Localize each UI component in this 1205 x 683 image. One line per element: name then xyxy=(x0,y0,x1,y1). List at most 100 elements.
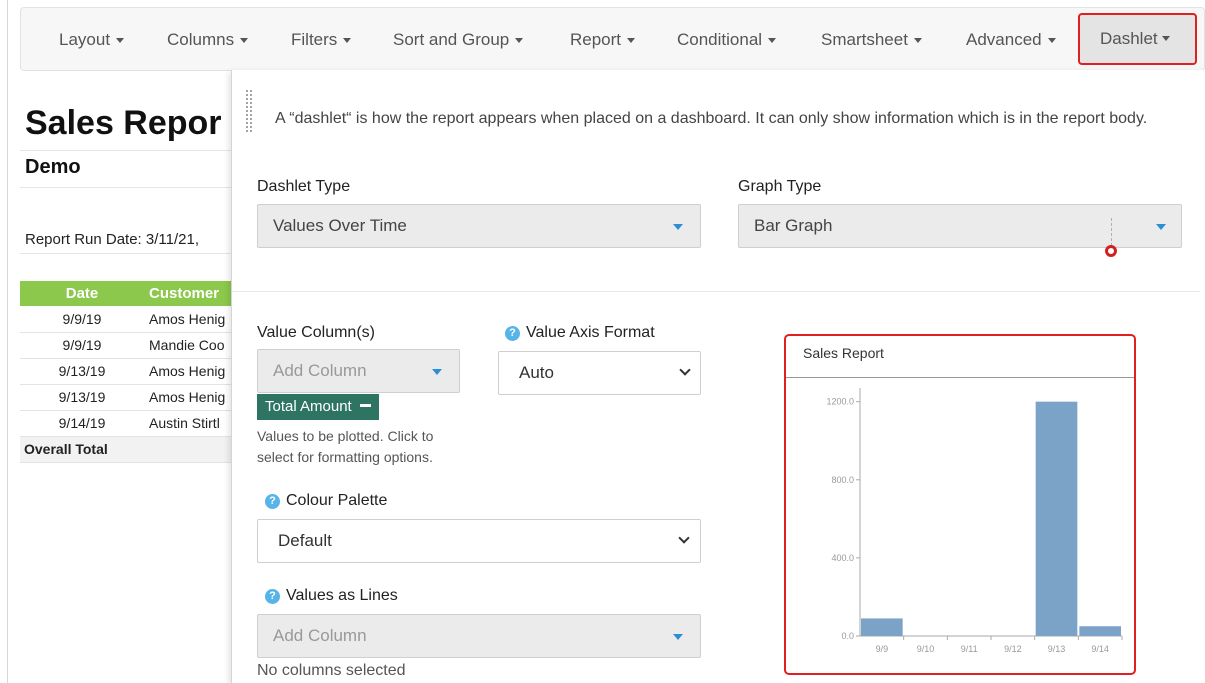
y-tick-label: 800.0 xyxy=(831,475,854,485)
table-row: 9/13/19 Amos Henig xyxy=(20,358,235,385)
chevron-down-icon xyxy=(679,364,691,376)
report-title: Sales Repor xyxy=(25,104,222,142)
cell-date: 9/13/19 xyxy=(20,384,144,411)
dashlet-panel: A “dashlet“ is how the report appears wh… xyxy=(231,70,1205,683)
remove-icon[interactable] xyxy=(359,404,371,407)
menu-columns[interactable]: Columns xyxy=(167,8,249,72)
caret-down-icon xyxy=(913,38,922,44)
value-axis-format-label-text: Value Axis Format xyxy=(526,324,655,341)
table-header-row: Date Customer xyxy=(20,281,235,306)
cell-date: 9/9/19 xyxy=(20,332,144,359)
menu-conditional[interactable]: Conditional xyxy=(677,8,777,72)
dropdown-arrow-icon xyxy=(1156,224,1166,230)
bar xyxy=(861,618,903,636)
report-subtitle: Demo xyxy=(25,156,81,178)
colour-palette-label: ? Colour Palette xyxy=(265,492,387,510)
divider xyxy=(20,150,235,151)
y-tick-label: 1200.0 xyxy=(826,397,854,407)
help-icon[interactable]: ? xyxy=(265,589,280,604)
caret-down-icon xyxy=(116,38,125,44)
value-columns-select[interactable]: Add Column xyxy=(257,349,460,393)
y-tick-label: 0.0 xyxy=(841,631,854,641)
tag-label: Total Amount xyxy=(265,398,352,415)
cell-date: 9/13/19 xyxy=(20,358,144,385)
menu-label: Advanced xyxy=(966,30,1042,49)
values-as-lines-label-text: Values as Lines xyxy=(286,587,398,604)
total-label: Overall Total xyxy=(20,436,144,463)
page-edge xyxy=(7,0,8,683)
section-divider xyxy=(232,291,1200,292)
report-table: Date Customer 9/9/19 Amos Henig 9/9/19 Man… xyxy=(20,281,235,463)
menu-layout[interactable]: Layout xyxy=(59,8,125,72)
menu-label: Columns xyxy=(167,30,235,49)
chevron-down-icon xyxy=(678,532,690,544)
menu-label: Filters xyxy=(291,30,338,49)
help-icon[interactable]: ? xyxy=(505,326,520,341)
cell-customer: Mandie Coo xyxy=(144,332,235,359)
dashlet-type-select[interactable]: Values Over Time xyxy=(257,204,701,248)
chart-preview: Sales Report 0.0 400.0 800.0 1200.0 9/9 9/10 9… xyxy=(784,334,1136,675)
caret-down-icon xyxy=(1162,36,1170,41)
colour-palette-select[interactable]: Default xyxy=(257,519,701,563)
menu-label: Smartsheet xyxy=(821,30,908,49)
drag-handle-icon[interactable] xyxy=(245,89,253,133)
table-row: 9/9/19 Mandie Coo xyxy=(20,332,235,359)
values-as-lines-select[interactable]: Add Column xyxy=(257,614,701,658)
menu-label: Layout xyxy=(59,30,111,49)
bar xyxy=(1035,401,1078,636)
x-tick-label: 9/11 xyxy=(961,644,978,654)
menu-advanced[interactable]: Advanced xyxy=(966,8,1056,72)
menu-label: Dashlet xyxy=(1100,29,1158,48)
values-as-lines-hint: No columns selected xyxy=(257,662,406,679)
dashlet-type-value: Values Over Time xyxy=(273,216,407,235)
divider xyxy=(20,253,235,254)
colour-palette-label-text: Colour Palette xyxy=(286,492,388,509)
caret-down-icon xyxy=(1047,38,1056,44)
cell-customer: Austin Stirtl xyxy=(144,410,235,437)
cell-customer: Amos Henig xyxy=(144,384,235,411)
menu-smartsheet[interactable]: Smartsheet xyxy=(821,8,922,72)
caret-down-icon xyxy=(627,38,636,44)
graph-type-select[interactable]: Bar Graph xyxy=(738,204,1182,248)
menu-dashlet[interactable]: Dashlet xyxy=(1078,13,1197,65)
bar xyxy=(1079,626,1121,636)
report-run-date: Report Run Date: 3/11/21, xyxy=(25,231,199,248)
table-row: 9/9/19 Amos Henig xyxy=(20,306,235,333)
value-axis-format-select[interactable]: Auto xyxy=(498,351,701,395)
x-tick-label: 9/12 xyxy=(1004,644,1022,654)
total-amount-tag[interactable]: Total Amount xyxy=(257,394,379,420)
table-row: 9/13/19 Amos Henig xyxy=(20,384,235,411)
x-tick-label: 9/9 xyxy=(876,644,889,654)
y-tick-label: 400.0 xyxy=(831,553,854,563)
caret-down-icon xyxy=(343,38,352,44)
caret-down-icon xyxy=(515,38,524,44)
menu-label: Sort and Group xyxy=(393,30,510,49)
value-axis-format-value: Auto xyxy=(519,363,554,382)
value-columns-label: Value Column(s) xyxy=(257,324,375,341)
report-toolbar: Layout Columns Filters Sort and Group Re… xyxy=(20,7,1205,71)
caret-down-icon xyxy=(240,38,249,44)
dropdown-arrow-icon xyxy=(432,369,442,375)
dashlet-description: A “dashlet“ is how the report appears wh… xyxy=(275,110,1148,127)
chart-title: Sales Report xyxy=(803,345,884,361)
help-icon[interactable]: ? xyxy=(265,494,280,509)
values-as-lines-placeholder: Add Column xyxy=(273,626,367,645)
cursor-guide xyxy=(1111,218,1112,246)
cell-date: 9/14/19 xyxy=(20,410,144,437)
menu-report[interactable]: Report xyxy=(570,8,636,72)
divider xyxy=(20,187,235,188)
value-axis-format-label: ? Value Axis Format xyxy=(505,324,655,342)
menu-label: Conditional xyxy=(677,30,763,49)
x-tick-label: 9/10 xyxy=(917,644,935,654)
menu-filters[interactable]: Filters xyxy=(291,8,352,72)
cell-customer: Amos Henig xyxy=(144,306,235,333)
menu-label: Report xyxy=(570,30,622,49)
menu-sort-and-group[interactable]: Sort and Group xyxy=(393,8,524,72)
mouse-cursor-icon xyxy=(1105,245,1117,257)
x-tick-label: 9/14 xyxy=(1091,644,1109,654)
value-columns-hint: Values to be plotted. Click to select fo… xyxy=(257,428,434,465)
column-header-customer: Customer xyxy=(144,281,235,306)
value-columns-placeholder: Add Column xyxy=(273,361,367,380)
table-row: 9/14/19 Austin Stirtl xyxy=(20,410,235,437)
dropdown-arrow-icon xyxy=(673,224,683,230)
